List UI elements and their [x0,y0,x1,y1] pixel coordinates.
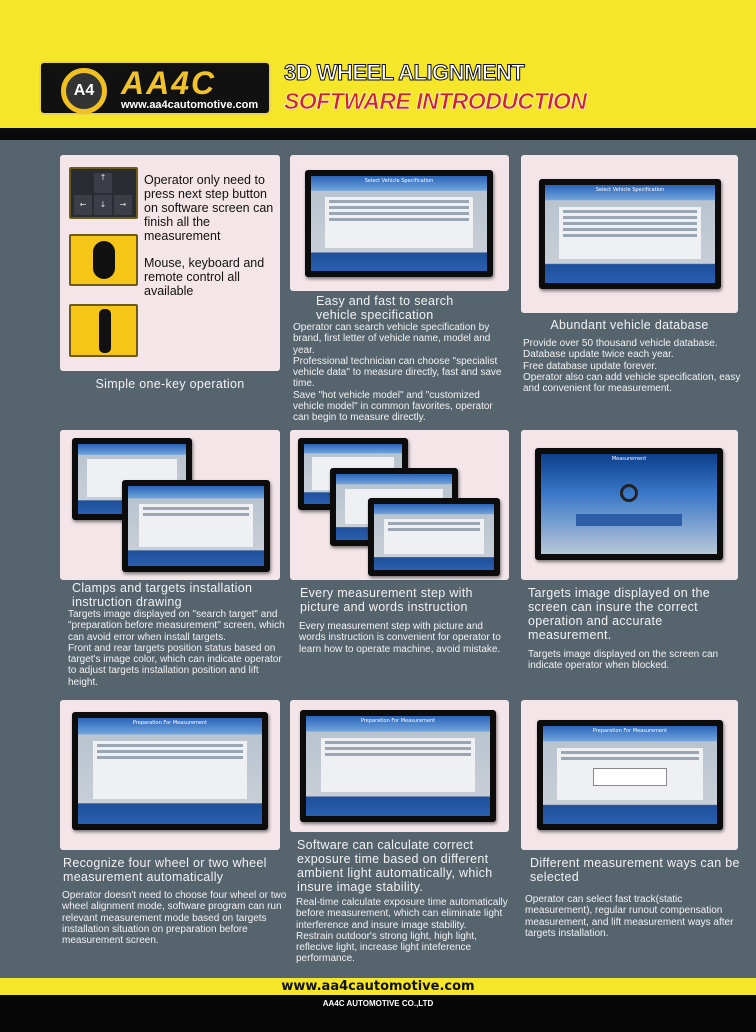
footer-url[interactable]: www.aa4cautomotive.com [0,978,756,995]
page-subtitle: SOFTWARE INTRODUCTION [284,88,588,115]
section-card-search: Select Vehicle Specification [290,155,509,291]
logo-badge: A4 [61,68,107,114]
section-body: Real-time calculate exposure time automa… [296,897,508,965]
header-banner: A4 AA4C www.aa4cautomotive.com 3D WHEEL … [0,0,756,128]
section-card-ways: Preparation For Measurement [521,700,738,850]
section-body: Every measurement step with picture and … [299,621,501,655]
screen-title: Preparation For Measurement [592,728,668,734]
section-card-targets: Measurement [521,430,738,580]
section-heading: Targets image displayed on the screen ca… [528,586,711,642]
screen-title: Preparation For Measurement [360,718,436,724]
section-heading: Recognize four wheel or two wheel measur… [63,856,267,884]
section-heading: Software can calculate correct exposure … [297,838,493,894]
section-card-clamps [60,430,280,580]
section-heading: Abundant vehicle database [550,318,709,332]
section-body: Operator can search vehicle specificatio… [293,322,502,424]
keyboard-arrows-icon: ↑ ← ↓ → [69,167,138,219]
section-body: Targets image displayed on "search targe… [68,609,285,688]
page-title: 3D WHEEL ALIGNMENT [283,60,525,86]
software-screenshot: Preparation For Measurement [72,712,268,830]
section-card-database: Select Vehicle Specification [521,155,738,313]
section-body: Provide over 50 thousand vehicle databas… [523,338,741,395]
screen-title: Measurement [611,456,647,462]
software-screenshot [122,480,270,572]
section-card-recognize: Preparation For Measurement [60,700,280,850]
footer-company: AA4C AUTOMOTIVE CO.,LTD [0,995,756,1032]
section-heading: Easy and fast to search vehicle specific… [316,294,454,322]
section-card-exposure: Preparation For Measurement [290,700,509,832]
header-divider [0,128,756,140]
input-devices-description: Mouse, keyboard and remote control all a… [144,256,265,298]
section-body: Operator can select fast track(static me… [525,894,734,939]
mouse-icon [69,234,138,286]
logo-text: AA4C [121,65,217,101]
section-heading: Every measurement step with picture and … [300,586,473,614]
software-screenshot: Preparation For Measurement [537,720,723,830]
screen-title: Select Vehicle Specification [595,187,665,193]
one-key-description: Operator only need to press next step bu… [144,173,274,243]
screen-title: Select Vehicle Specification [364,178,434,184]
software-screenshot: Preparation For Measurement [300,710,496,822]
remote-control-icon [69,304,138,357]
software-screenshot: Select Vehicle Specification [539,179,721,289]
section-body: Operator doesn't need to choose four whe… [62,890,287,947]
software-screenshot: Select Vehicle Specification [305,170,493,277]
section-heading: Simple one-key operation [95,377,245,391]
section-card-one-key: ↑ ← ↓ → Operator only need to press next… [60,155,280,371]
section-card-steps [290,430,509,580]
logo-url: www.aa4cautomotive.com [121,99,259,111]
brand-logo: A4 AA4C www.aa4cautomotive.com [39,61,271,115]
software-screenshot: Measurement [535,448,723,560]
section-heading: Clamps and targets installation instruct… [72,581,253,609]
software-screenshot [368,498,500,576]
section-heading: Different measurement ways can be select… [530,856,740,884]
company-name: AA4C AUTOMOTIVE CO.,LTD [322,999,434,1008]
section-body: Targets image displayed on the screen ca… [528,649,719,672]
screen-title: Preparation For Measurement [132,720,208,726]
